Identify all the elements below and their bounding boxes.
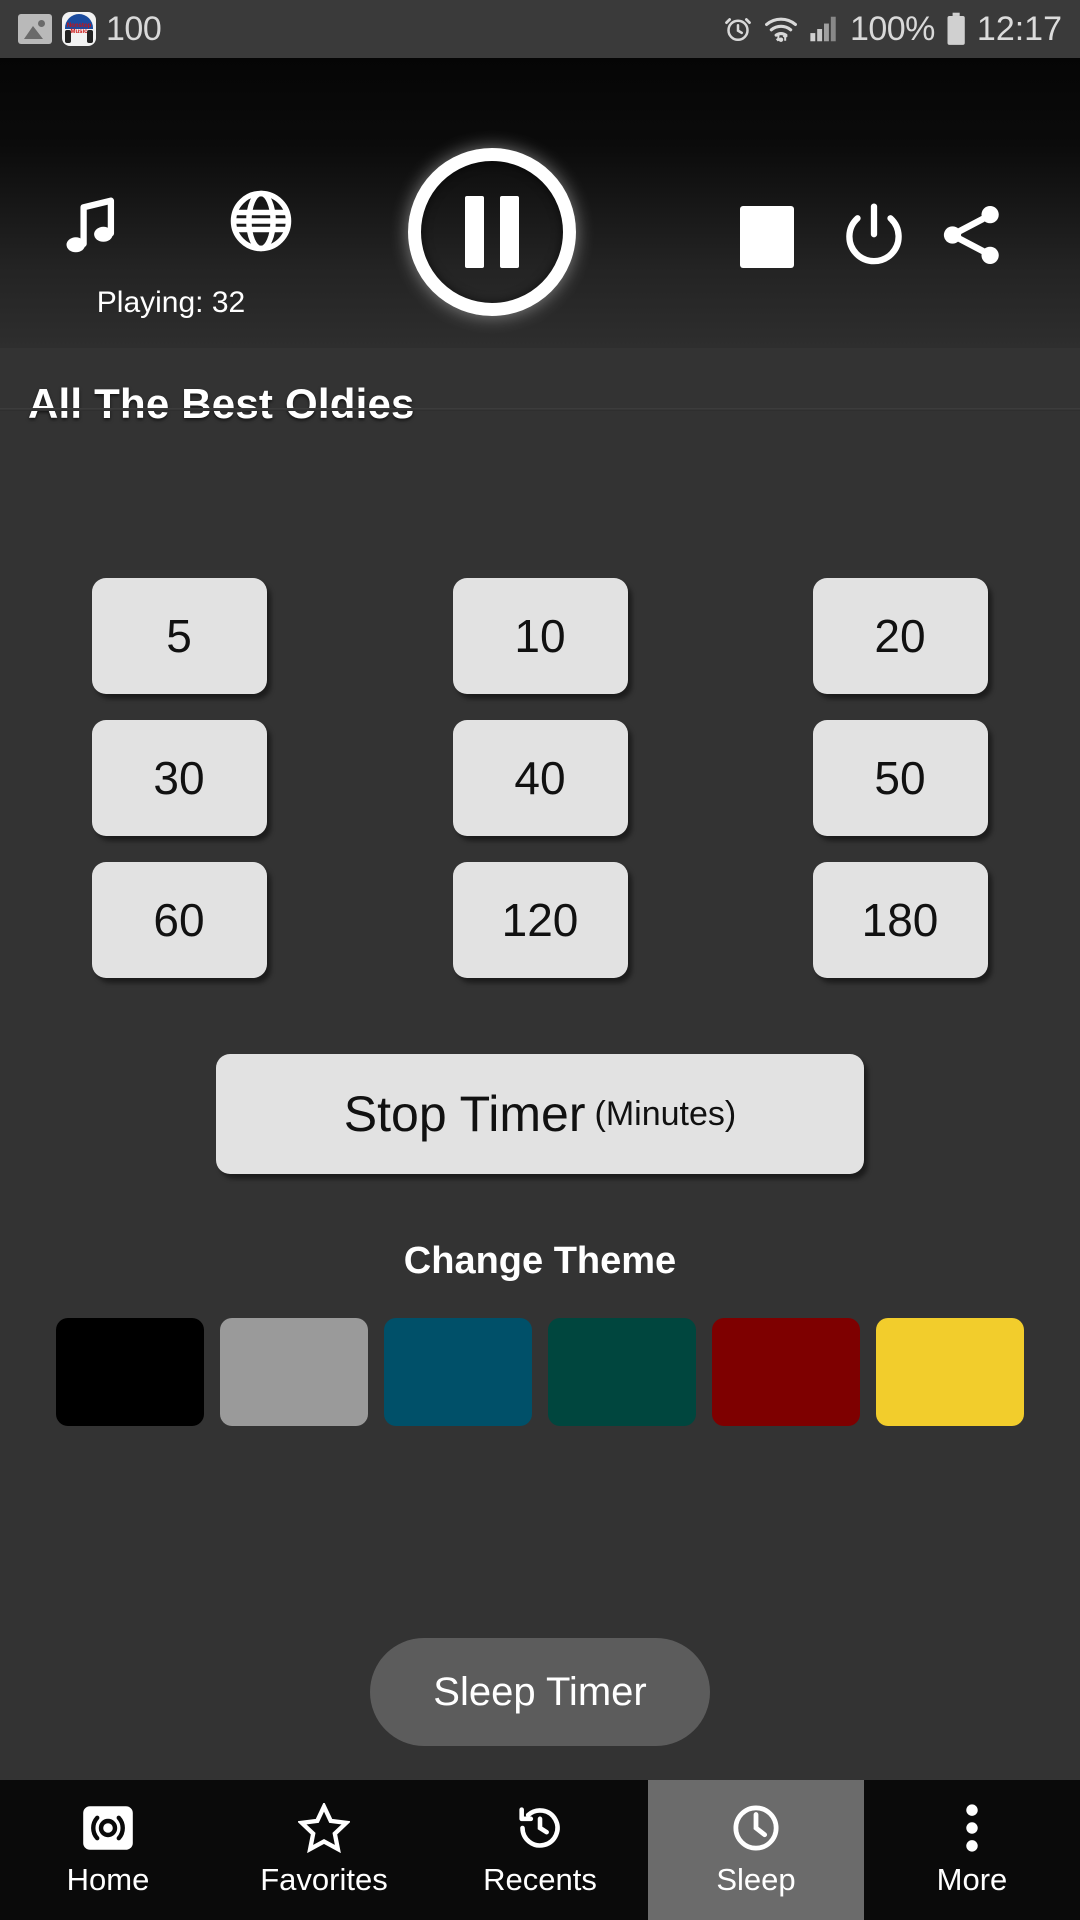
timer-button-10[interactable]: 10 [452,578,628,694]
timer-button-180[interactable]: 180 [812,862,988,978]
timer-button-120[interactable]: 120 [452,862,628,978]
app-screen: Nonstop Music 100 100% 12:17 Playing: 32… [0,0,1080,1920]
nav-item-recents[interactable]: Recents [432,1780,648,1920]
nav-label-home: Home [66,1861,150,1897]
alarm-icon [725,18,751,41]
power-button[interactable] [838,200,910,272]
nav-item-home[interactable]: Home [0,1780,216,1920]
history-clock-icon [514,1803,566,1853]
sleep-timer-row: Sleep Timer [0,1638,1080,1746]
more-vertical-icon [961,1803,983,1853]
timer-button-grid: 5 10 20 30 40 50 60 120 180 [0,578,1080,978]
nav-item-sleep[interactable]: Sleep [648,1780,864,1920]
battery-percent: 100% [849,9,935,48]
signal-icon [810,16,836,42]
status-bar-left: Nonstop Music 100 [18,9,162,49]
theme-swatch-gray[interactable] [220,1318,368,1426]
image-icon [18,14,52,44]
stop-timer-row: Stop Timer (Minutes) [0,1054,1080,1174]
play-pause-button[interactable] [383,123,601,341]
header-divider [0,408,1080,411]
nav-item-favorites[interactable]: Favorites [216,1780,432,1920]
timer-button-5[interactable]: 5 [91,578,267,694]
theme-swatch-black[interactable] [56,1318,204,1426]
stop-icon [740,206,794,268]
theme-swatch-row [0,1318,1080,1426]
share-button[interactable] [934,198,1008,272]
theme-swatch-yellow[interactable] [876,1318,1024,1426]
music-note-icon[interactable] [56,186,128,264]
theme-swatch-blue[interactable] [384,1318,532,1426]
stop-timer-units: (Minutes) [594,1094,737,1133]
sleep-timer-button[interactable]: Sleep Timer [370,1638,710,1746]
timer-button-60[interactable]: 60 [91,862,267,978]
theme-swatch-green[interactable] [548,1318,696,1426]
stop-timer-label: Stop Timer [343,1086,586,1142]
broadcast-icon [82,1803,134,1853]
globe-icon[interactable] [228,188,294,254]
nav-label-recents: Recents [483,1861,597,1897]
status-bar-right: 100% 12:17 [723,10,1062,49]
timer-button-50[interactable]: 50 [812,720,988,836]
stop-timer-button[interactable]: Stop Timer (Minutes) [216,1054,864,1174]
nav-label-favorites: Favorites [260,1861,388,1897]
star-icon [298,1802,350,1853]
player-header: Playing: 32 [0,58,1080,348]
playing-count-label: Playing: 32 [96,286,246,319]
battery-icon [947,12,965,45]
notification-count: 100 [106,9,162,48]
change-theme-title: Change Theme [403,1240,677,1282]
clock-icon [730,1803,782,1853]
status-bar-clock: 12:17 [976,9,1062,48]
wifi-icon [764,17,797,42]
nav-label-more: More [936,1861,1008,1897]
status-bar: Nonstop Music 100 100% 12:17 [0,0,1080,58]
bottom-navigation: Home Favorites Recents Sleep More [0,1780,1080,1920]
timer-button-40[interactable]: 40 [452,720,628,836]
app-icon-nonstop-music: Nonstop Music [62,12,96,46]
nav-item-more[interactable]: More [864,1780,1080,1920]
timer-button-20[interactable]: 20 [812,578,988,694]
pause-icon [408,148,576,316]
theme-swatch-red[interactable] [712,1318,860,1426]
nav-label-sleep: Sleep [716,1861,796,1897]
stop-button[interactable] [740,206,794,268]
station-title: All The Best Oldies [28,380,415,427]
timer-button-30[interactable]: 30 [91,720,267,836]
